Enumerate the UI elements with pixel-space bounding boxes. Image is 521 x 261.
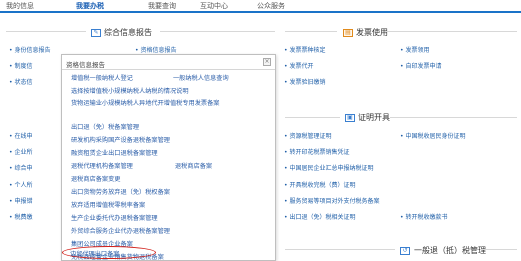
tab-tax-handling[interactable]: 我要办税: [76, 1, 104, 11]
link-tax-paid-cert[interactable]: 开具税收完税（费）证明: [284, 180, 356, 189]
link-qualification-report[interactable]: 资格信息报告: [135, 45, 177, 54]
divider: [160, 31, 275, 32]
section-general-header: ↺ 一般退（抵）税管理: [400, 245, 486, 256]
panel-item[interactable]: 融资租赁企业出口退税备案管理: [71, 148, 158, 157]
popup-title: 资格信息报告: [66, 61, 105, 69]
link-stamp-tax-voucher[interactable]: 转开印花税票销售凭证: [284, 147, 350, 156]
link-consolidated-cert[interactable]: 中国居民企业汇总申报纳税证明: [284, 163, 374, 172]
edit-icon: ✎: [91, 28, 101, 37]
link-identity-report[interactable]: 身份信息报告: [9, 45, 51, 54]
panel-item[interactable]: 外贸综合服务企业代办退税备案管理: [71, 226, 170, 235]
panel-item[interactable]: 一般纳税人信息查询: [173, 73, 229, 82]
panel-item[interactable]: 选择按增值税小规模纳税人纳税的情况说明: [71, 86, 189, 95]
panel-item[interactable]: 出口货物劳务放弃退（免）税权备案: [71, 187, 170, 196]
tab-query[interactable]: 我要查询: [148, 1, 176, 11]
link-tax-residency-cert[interactable]: 中国税收居民身份证明: [400, 131, 466, 140]
panel-item[interactable]: 货物运输业小规模纳税人异地代开增值税专用发票备案: [71, 99, 256, 108]
link-personal[interactable]: 个人所: [9, 180, 33, 189]
invoice-icon: ▤: [343, 28, 353, 37]
panel-item[interactable]: 出口退（免）税备案管理: [71, 122, 139, 131]
divider: [285, 31, 337, 32]
panel-item[interactable]: 研发机构采购国产设备退税备案管理: [71, 135, 170, 144]
divider: [62, 69, 275, 70]
section-title: 证明开具: [358, 113, 390, 122]
link-self-print-invoice[interactable]: 自印发票申请: [400, 61, 442, 70]
close-icon[interactable]: ×: [263, 58, 271, 66]
section-title: 一般退（抵）税管理: [414, 246, 486, 255]
divider: [385, 31, 517, 32]
link-status-info[interactable]: 状态信: [9, 77, 33, 86]
tab-my-info[interactable]: 我的信息: [6, 1, 34, 11]
divider: [390, 117, 517, 118]
link-invoice-agent[interactable]: 发票代开: [284, 61, 314, 70]
section-certificate-header: ▣ 证明开具: [345, 112, 390, 123]
panel-item[interactable]: 生产企业委托代办退税备案管理: [71, 213, 158, 222]
link-comprehensive-apply[interactable]: 综合申: [9, 163, 33, 172]
divider: [6, 31, 86, 32]
link-tax-payment[interactable]: 税费缴: [9, 212, 33, 221]
panel-item[interactable]: 退税商店备案: [175, 161, 212, 170]
link-declaration-error[interactable]: 申报错: [9, 196, 33, 205]
divider: [285, 117, 340, 118]
section-title: 发票使用: [356, 28, 388, 37]
link-service-trade-record[interactable]: 服务贸易等项目对外支付税务备案: [284, 196, 380, 205]
link-tax-payment-book[interactable]: 转开税收缴款书: [400, 212, 448, 221]
panel-item[interactable]: 退税商店备案变更: [71, 174, 121, 183]
section-title: 综合信息报告: [104, 28, 152, 37]
certificate-icon: ▣: [345, 113, 355, 122]
link-online-apply[interactable]: 在线申: [9, 131, 33, 140]
divider: [285, 249, 395, 250]
divider: [480, 249, 517, 250]
qualification-report-popup: 资格信息报告 × 增值税一般纳税人登记 一般纳税人信息查询 选择按增值税小规模纳…: [61, 54, 276, 261]
link-enterprise[interactable]: 企业所: [9, 147, 33, 156]
link-resource-tax-cert[interactable]: 资源税管理证明: [284, 131, 332, 140]
panel-item[interactable]: 放弃适用增值税零税率备案: [71, 200, 145, 209]
refund-icon: ↺: [400, 246, 410, 255]
link-invoice-type-approval[interactable]: 发票票种核定: [284, 45, 326, 54]
tab-public-service[interactable]: 公众服务: [257, 1, 285, 11]
section-comprehensive-header: ✎ 综合信息报告: [91, 27, 152, 38]
tab-interaction[interactable]: 互动中心: [200, 1, 228, 11]
section-invoice-header: ▤ 发票使用: [343, 27, 388, 38]
panel-item[interactable]: 退税代理机构备案管理: [71, 161, 133, 170]
panel-item[interactable]: 增值税一般纳税人登记: [71, 73, 133, 82]
link-invoice-verify-cancel[interactable]: 发票验旧缴销: [284, 77, 326, 86]
link-export-refund-cert[interactable]: 出口退（免）税相关证明: [284, 212, 356, 221]
link-invoice-receive[interactable]: 发票领用: [400, 45, 430, 54]
link-system-info[interactable]: 制度信: [9, 61, 33, 70]
highlight-circle: [62, 246, 156, 259]
top-navigation: 我的信息 我要办税 我要查询 互动中心 公众服务: [0, 0, 521, 13]
